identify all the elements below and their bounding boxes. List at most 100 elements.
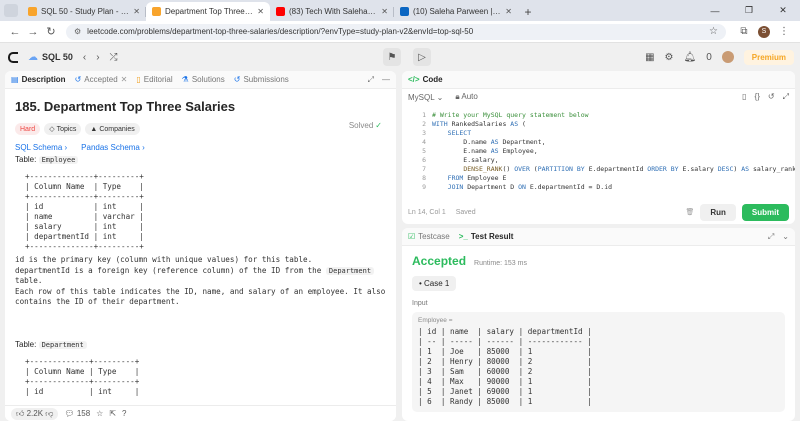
prev-problem-icon[interactable]: ‹ <box>83 52 86 63</box>
leetcode-nav: ☁ SQL 50 ‹ › ⤮ ⚑ ▷ ▦ ⚙ 🔔︎ 0 Premium <box>0 43 800 71</box>
table-name-code: Employee <box>38 156 79 164</box>
close-window-icon[interactable]: ✕ <box>766 0 800 21</box>
nav-center-tools: ⚑ ▷ <box>383 48 431 66</box>
study-plan-link[interactable]: ☁ SQL 50 <box>28 52 73 63</box>
tab-code[interactable]: </> Code <box>408 75 443 84</box>
next-problem-icon[interactable]: › <box>96 52 99 63</box>
case-tab[interactable]: • Case 1 <box>412 276 457 291</box>
tab-testcase[interactable]: ☑ Testcase <box>408 232 450 241</box>
shuffle-icon[interactable]: ⤮ <box>110 52 118 63</box>
tab-title: Department Top Three Salaries <box>165 7 253 16</box>
site-info-icon[interactable]: ⚙ <box>74 27 81 36</box>
employee-schema-table: +--------------+---------+ | Column Name… <box>25 172 144 251</box>
run-toolbar-icon[interactable]: ▷ <box>413 48 431 66</box>
foreign-key-text-end: table. <box>15 276 43 285</box>
code-editor[interactable]: 1 # Write your MySQL query statement bel… <box>402 107 795 199</box>
profile-avatar[interactable]: S <box>758 25 770 38</box>
foreign-key-note: departmentId is a foreign key (reference… <box>15 266 386 287</box>
editor-status-bar: Ln 14, Col 1 Saved 🗑︎ Run Submit <box>402 200 795 224</box>
tab-label: Submissions <box>243 75 289 84</box>
expand-icon[interactable]: ⤢ <box>368 75 374 85</box>
browser-tab-linkedin[interactable]: (10) Saleha Parween | LinkedIn ✕ <box>394 2 518 21</box>
problem-tags: Hard ◇ Topics ▲ Companies <box>15 123 386 135</box>
sql-schema-link[interactable]: SQL Schema › <box>15 143 67 152</box>
comments-button[interactable]: 💬︎ 158 <box>64 409 90 418</box>
run-button[interactable]: Run <box>700 203 736 221</box>
history-icon: ↺ <box>74 75 82 84</box>
tab-solutions[interactable]: ⚗ Solutions <box>182 75 225 84</box>
close-tab-icon[interactable]: ✕ <box>505 7 512 16</box>
premium-button[interactable]: Premium <box>743 49 794 65</box>
browser-menu-icon[interactable]: ⋮ <box>774 26 794 37</box>
forward-arrow-icon[interactable]: → <box>24 26 42 38</box>
tab-submissions[interactable]: ↺ Submissions <box>234 75 289 84</box>
collapse-icon[interactable]: — <box>382 75 390 85</box>
maximize-icon[interactable]: ❐ <box>732 0 766 21</box>
close-tab-icon[interactable]: ✕ <box>381 7 388 16</box>
tag-icon: ◇ <box>49 126 55 133</box>
editor-tools: ▯ {} ↺ ⤢ <box>742 92 789 102</box>
debug-icon[interactable]: ⚑ <box>383 48 401 66</box>
topics-label: Topics <box>56 125 77 133</box>
fullscreen-icon[interactable]: ⤢ <box>783 92 789 102</box>
lock-icon: 🔒︎ <box>455 92 460 101</box>
leetcode-logo-icon[interactable] <box>6 50 20 64</box>
tab-editorial[interactable]: ▯ Editorial <box>136 75 172 84</box>
back-arrow-icon[interactable]: ← <box>6 26 24 38</box>
browser-tab-sql50[interactable]: SQL 50 - Study Plan - LeetCode ✕ <box>22 2 146 21</box>
bookmark-icon[interactable]: ▯ <box>742 92 746 102</box>
tab-accepted[interactable]: ↺ Accepted ✕ <box>75 75 128 84</box>
notification-bell-icon[interactable]: 🔔︎ <box>684 52 697 63</box>
dislike-icon[interactable]: 👎︎ <box>45 409 53 418</box>
tab-test-result[interactable]: >_ Test Result <box>459 232 514 241</box>
topics-tag[interactable]: ◇ Topics <box>44 123 82 135</box>
close-tab-icon[interactable]: ✕ <box>133 7 140 16</box>
minimize-icon[interactable]: — <box>698 0 732 21</box>
help-icon[interactable]: ? <box>122 409 126 418</box>
browser-tab-strip: SQL 50 - Study Plan - LeetCode ✕ Departm… <box>0 0 800 21</box>
pandas-schema-link[interactable]: Pandas Schema › <box>81 143 145 152</box>
user-avatar[interactable] <box>721 51 734 63</box>
address-bar: ← → ↻ ⚙ leetcode.com/problems/department… <box>0 21 800 43</box>
tab-label: Solutions <box>191 75 225 84</box>
tab-label: Code <box>422 75 443 84</box>
foreign-key-text: departmentId is a foreign key (reference… <box>15 265 326 275</box>
expand-icon[interactable]: ⤢ <box>768 232 774 242</box>
leetcode-favicon-icon <box>152 7 161 16</box>
reload-icon[interactable]: ↻ <box>42 25 60 38</box>
table-name-code: Department <box>38 340 87 349</box>
browser-tab-youtube[interactable]: (83) Tech With Saleha - YouTube ✕ <box>270 2 394 21</box>
input-box: Employee = | id | name | salary | depart… <box>412 312 785 412</box>
save-status: Saved <box>455 208 476 216</box>
tab-overview-button[interactable] <box>4 4 18 17</box>
code-line: DENSE_RANK() OVER (PARTITION BY E.depart… <box>463 165 795 173</box>
comment-count: 158 <box>76 409 91 418</box>
settings-gear-icon[interactable]: ⚙ <box>665 52 674 63</box>
language-select[interactable]: MySQL ⌄ <box>408 93 443 102</box>
new-tab-button[interactable]: + <box>518 2 538 21</box>
share-icon[interactable]: ⇱ <box>109 409 116 418</box>
table-label: Table: Employee <box>15 155 386 164</box>
history-icon: ↺ <box>233 75 241 84</box>
tab-title: (83) Tech With Saleha - YouTube <box>289 7 377 16</box>
companies-tag[interactable]: ▲ Companies <box>85 123 140 135</box>
language-label: MySQL <box>408 92 435 102</box>
url-field[interactable]: ⚙ leetcode.com/problems/department-top-t… <box>66 23 726 40</box>
doc-icon: ▤ <box>11 75 19 84</box>
favorite-star-icon[interactable]: ☆ <box>96 409 103 418</box>
trash-icon[interactable]: 🗑︎ <box>685 208 694 216</box>
close-tab-icon[interactable]: ✕ <box>121 75 128 84</box>
tab-description[interactable]: ▤ Description <box>11 75 66 84</box>
auto-mode-toggle[interactable]: 🔒︎ Auto <box>455 92 478 102</box>
layout-grid-icon[interactable]: ▦ <box>645 52 654 63</box>
extensions-icon[interactable]: ⧉ <box>734 26 754 37</box>
bookmark-star-icon[interactable]: ☆ <box>709 26 718 37</box>
browser-tab-department[interactable]: Department Top Three Salaries ✕ <box>146 2 270 21</box>
collapse-icon[interactable]: ⌄ <box>782 232 789 242</box>
close-tab-icon[interactable]: ✕ <box>257 7 264 16</box>
like-button[interactable]: 👍︎ 2.2K 👎︎ <box>11 407 59 420</box>
braces-icon[interactable]: {} <box>755 92 760 102</box>
book-icon: ▯ <box>136 75 141 84</box>
submit-button[interactable]: Submit <box>741 203 789 221</box>
reset-icon[interactable]: ↺ <box>768 92 775 102</box>
